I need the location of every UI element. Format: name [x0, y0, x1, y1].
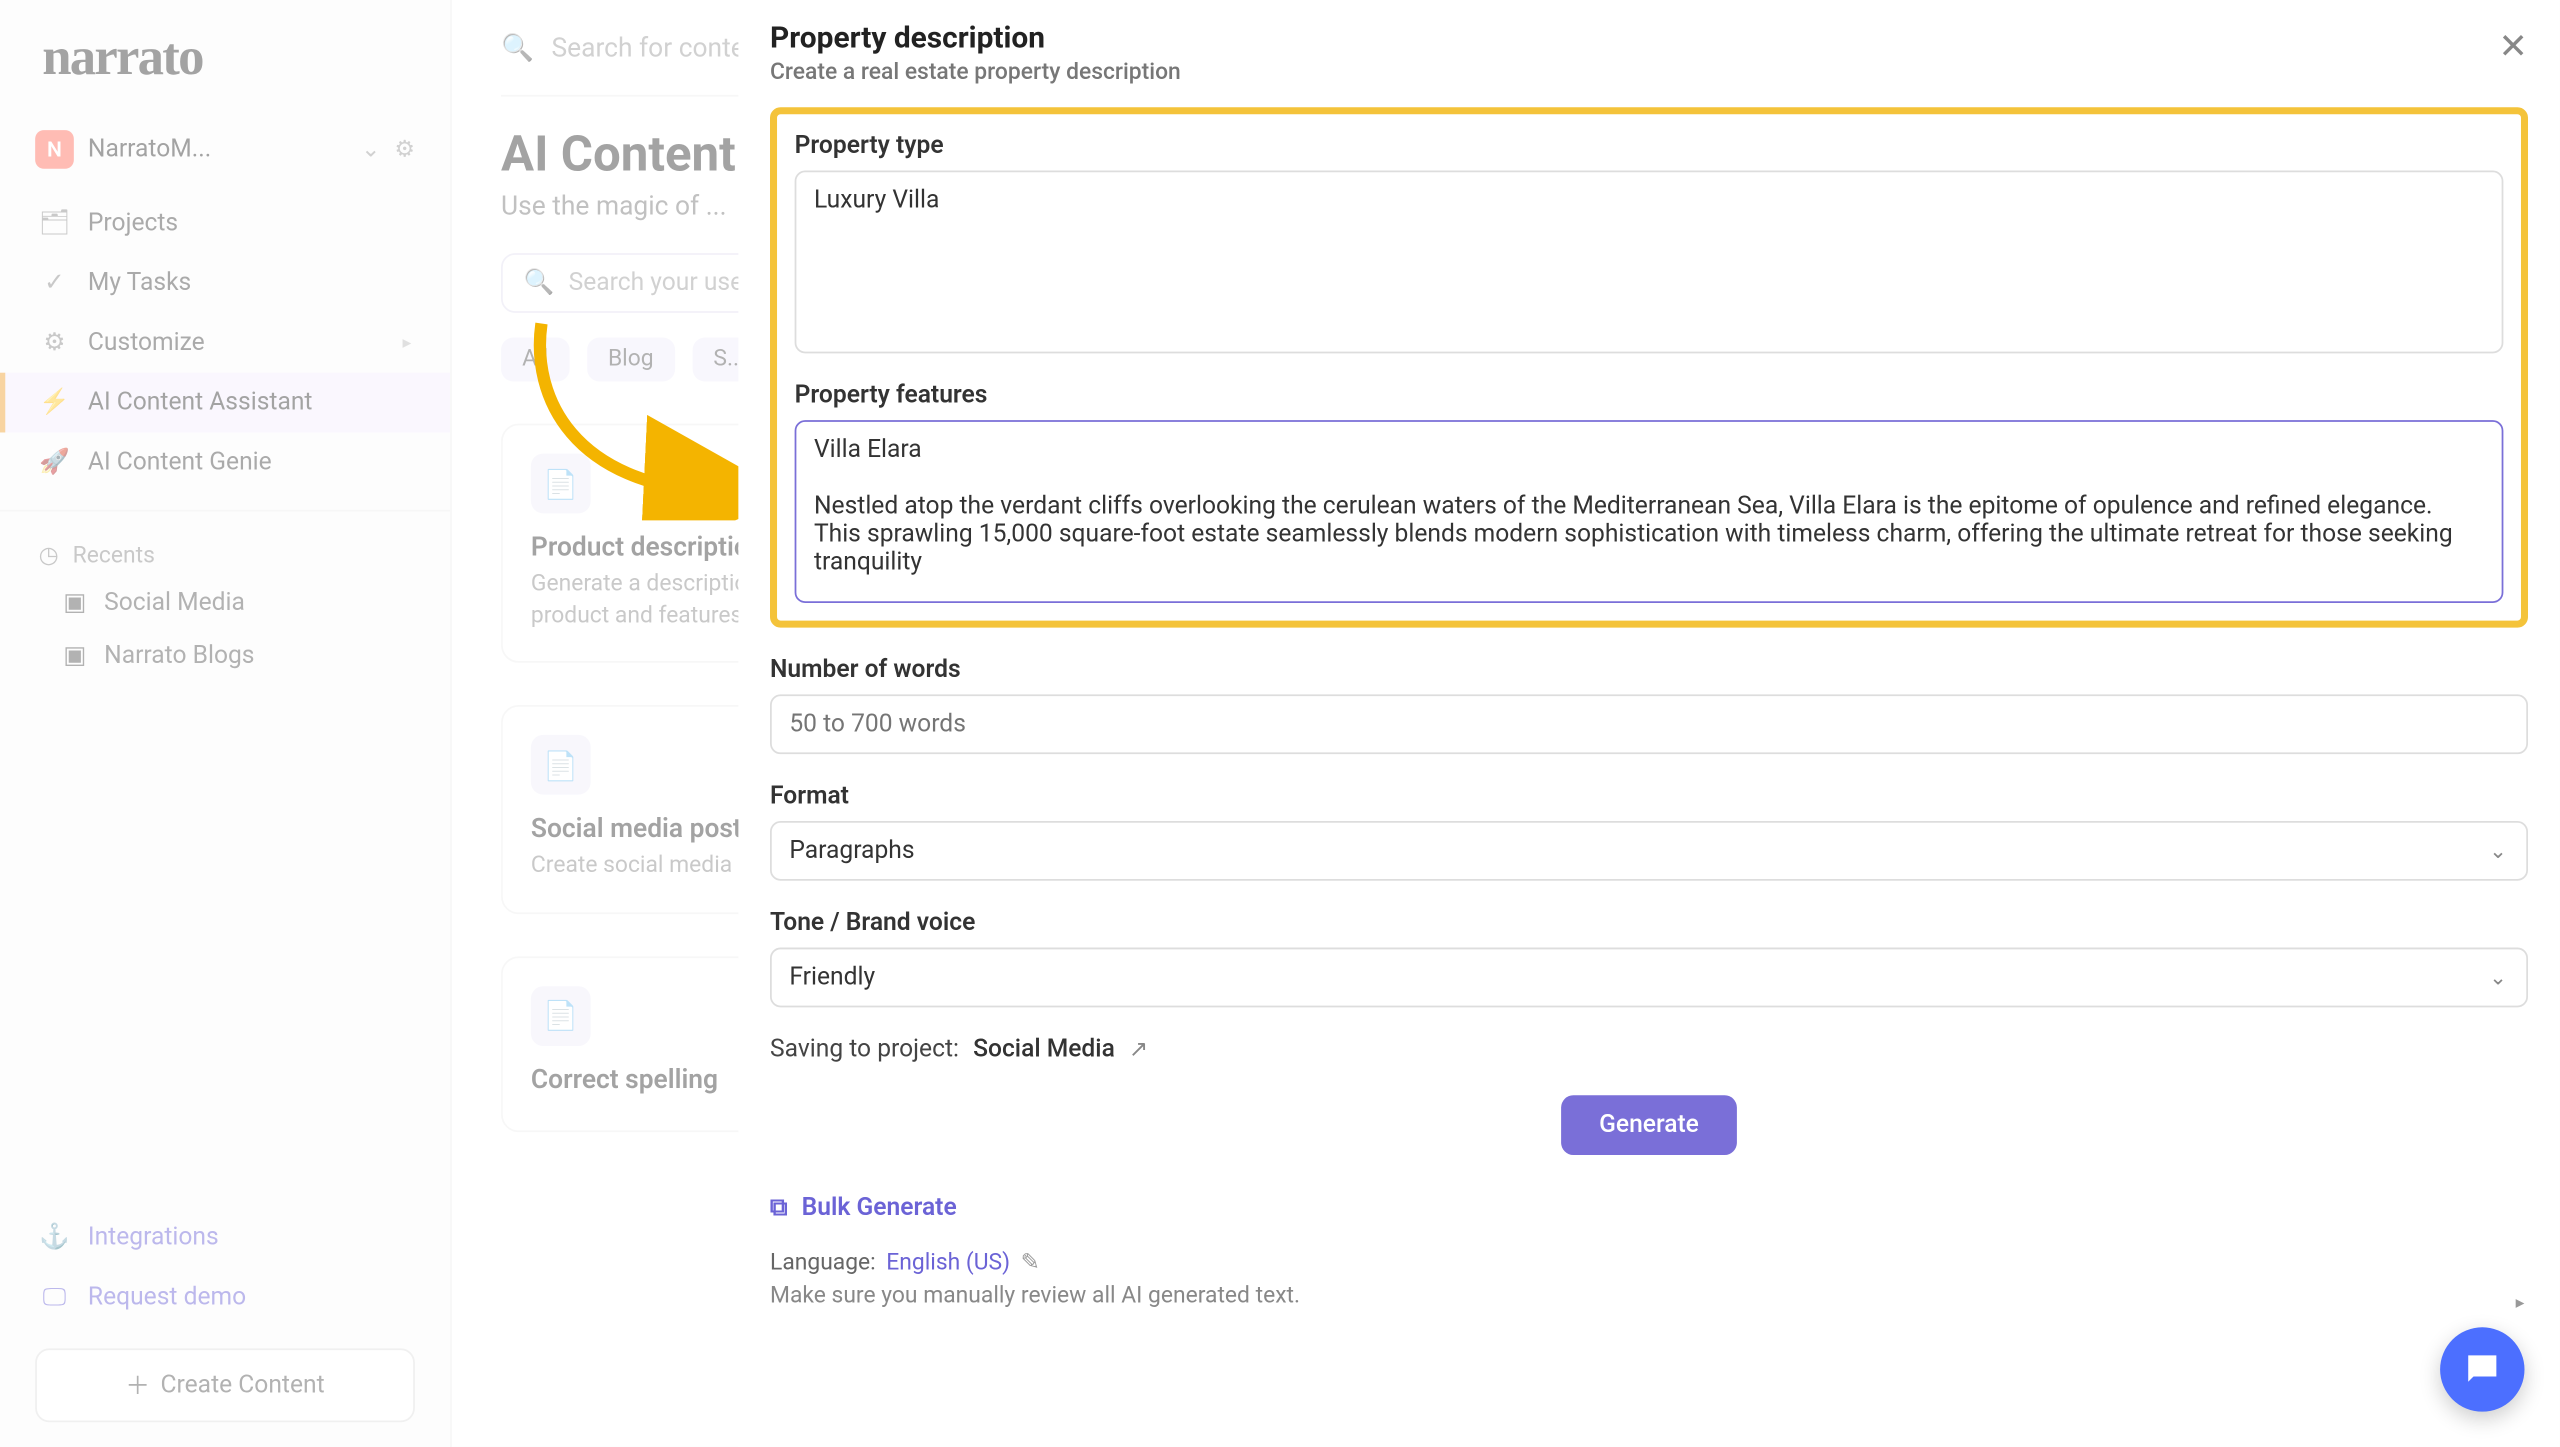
chat-fab[interactable]: [2440, 1327, 2524, 1411]
copy-icon: ⧉: [770, 1194, 788, 1222]
panel-title: Property description: [770, 21, 2528, 56]
saving-label: Saving to project:: [770, 1035, 959, 1063]
saving-project-name: Social Media: [973, 1035, 1115, 1063]
disclaimer-text: Make sure you manually review all AI gen…: [770, 1283, 2528, 1309]
property-type-input[interactable]: [795, 171, 2504, 354]
num-words-input[interactable]: [770, 694, 2528, 754]
language-label: Language:: [770, 1250, 876, 1276]
highlight-frame: Property type Property features: [770, 107, 2528, 627]
external-link-icon[interactable]: ↗: [1129, 1036, 1148, 1062]
property-type-label: Property type: [795, 132, 2504, 160]
bulk-label: Bulk Generate: [802, 1194, 957, 1222]
close-icon[interactable]: ✕: [2499, 25, 2528, 67]
format-select[interactable]: [770, 821, 2528, 881]
tone-select[interactable]: [770, 948, 2528, 1008]
panel-subtitle: Create a real estate property descriptio…: [770, 60, 2528, 86]
property-features-input[interactable]: [795, 420, 2504, 603]
property-description-panel: ✕ Property description Create a real est…: [738, 0, 2559, 1447]
chat-icon: [2461, 1348, 2503, 1390]
tone-label: Tone / Brand voice: [770, 909, 2528, 937]
format-label: Format: [770, 782, 2528, 810]
language-value[interactable]: English (US): [886, 1250, 1010, 1276]
property-features-label: Property features: [795, 381, 2504, 409]
generate-button[interactable]: Generate: [1560, 1095, 1737, 1155]
edit-icon[interactable]: ✎: [1021, 1250, 1040, 1276]
caret-right-icon: ▸: [2516, 1294, 2525, 1313]
num-words-label: Number of words: [770, 656, 2528, 684]
bulk-generate-link[interactable]: ⧉ Bulk Generate: [770, 1194, 2528, 1222]
